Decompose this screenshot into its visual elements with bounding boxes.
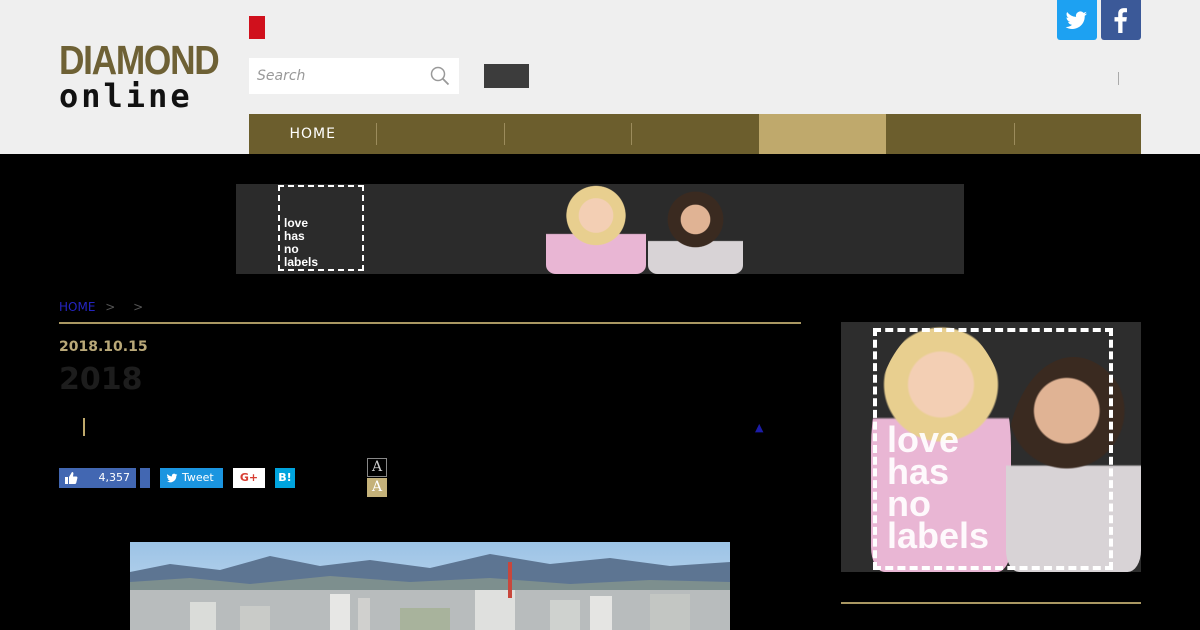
- tweet-label: Tweet: [182, 471, 214, 484]
- twitter-icon: [1065, 11, 1087, 29]
- font-size-small-button[interactable]: A: [367, 458, 387, 477]
- search-input[interactable]: [249, 58, 427, 94]
- sidebar-ad-logo: love has no labels: [873, 328, 1113, 570]
- article-photo-city-skyline: [130, 542, 730, 630]
- facebook-button[interactable]: [1101, 0, 1141, 40]
- banner-ad-logo: love has no labels: [278, 185, 364, 271]
- site-header: DIAMOND online HOME: [0, 0, 1200, 154]
- sidebar-ad[interactable]: love has no labels: [841, 322, 1141, 572]
- banner-photo-girl-1: [546, 184, 646, 274]
- facebook-icon: [1114, 8, 1127, 33]
- article-top-rule: [59, 322, 801, 324]
- logo-wordmark-bottom: online: [59, 77, 193, 115]
- breadcrumb-separator: >: [133, 300, 144, 314]
- article-title: 2018: [59, 362, 143, 397]
- main-nav: HOME: [249, 114, 1141, 154]
- facebook-like-button[interactable]: 4,357: [59, 468, 136, 488]
- sidebar-ad-text: love has no labels: [887, 419, 990, 556]
- twitter-bird-icon: [166, 473, 178, 483]
- font-size-large-button[interactable]: A: [367, 478, 387, 497]
- top-banner-ad[interactable]: love has no labels: [236, 184, 964, 274]
- nav-item-home[interactable]: HOME: [249, 114, 376, 154]
- like-count: 4,357: [98, 471, 131, 484]
- search-box: [249, 58, 459, 94]
- nav-item-2[interactable]: [376, 114, 503, 154]
- google-plus-button[interactable]: G+: [233, 468, 265, 488]
- author-marker: [83, 418, 85, 436]
- breadcrumb: HOME > >: [59, 300, 143, 314]
- nav-item-6[interactable]: [886, 114, 1013, 154]
- hatena-bookmark-button[interactable]: B!: [275, 468, 295, 488]
- sidebar-rule: [841, 602, 1141, 604]
- thumbs-up-icon: [65, 472, 78, 484]
- banner-ad-text: love has no labels: [284, 216, 319, 269]
- nav-item-3[interactable]: [503, 114, 631, 154]
- logo-wordmark-top: DIAMOND: [59, 37, 220, 83]
- header-separator: [1118, 72, 1119, 85]
- skyline-illustration: [130, 554, 730, 630]
- breadcrumb-separator: >: [105, 300, 116, 314]
- facebook-share-tab[interactable]: [140, 468, 150, 488]
- twitter-button[interactable]: [1057, 0, 1097, 40]
- tweet-button[interactable]: Tweet: [160, 468, 223, 488]
- article-date: 2018.10.15: [59, 339, 148, 355]
- triangle-up-icon[interactable]: ▲: [755, 421, 763, 434]
- header-dark-button[interactable]: [484, 64, 529, 88]
- nav-item-4[interactable]: [631, 114, 758, 154]
- nav-item-7[interactable]: [1013, 114, 1141, 154]
- site-logo[interactable]: DIAMOND online: [59, 37, 222, 115]
- nav-item-5-active[interactable]: [758, 114, 887, 154]
- banner-photo-girl-2: [648, 186, 743, 274]
- red-mark-icon: [249, 16, 265, 39]
- search-icon[interactable]: [430, 66, 450, 86]
- breadcrumb-home-link[interactable]: HOME: [59, 300, 95, 314]
